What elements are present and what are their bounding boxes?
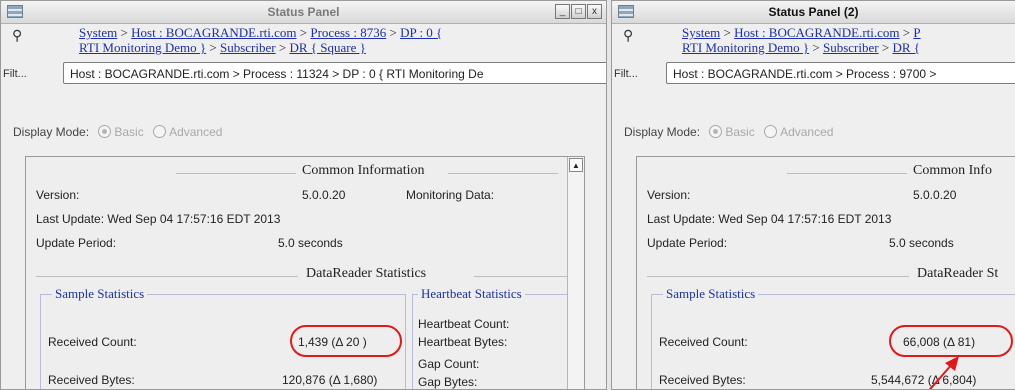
last-update: Last Update: Wed Sep 04 17:57:16 EDT 201…: [647, 212, 892, 226]
window-title: Status Panel: [267, 5, 340, 19]
crumb-host[interactable]: Host : BOCAGRANDE.rti.com: [131, 25, 296, 40]
filter-field[interactable]: Host : BOCAGRANDE.rti.com > Process : 97…: [666, 62, 1015, 84]
received-count-label: Received Count:: [659, 335, 748, 349]
update-period-value: 5.0 seconds: [278, 236, 343, 250]
crumb-subscriber[interactable]: Subscriber: [823, 40, 879, 55]
crumb-subscriber[interactable]: Subscriber: [220, 40, 276, 55]
crumb-system[interactable]: System: [79, 25, 117, 40]
status-content: Common Info Version: 5.0.0.20 Last Updat…: [636, 156, 1015, 389]
title-bar[interactable]: Status Panel _ □ x: [1, 1, 606, 24]
datareader-stats-title: DataReader St: [917, 266, 999, 281]
version-value: 5.0.0.20: [913, 188, 957, 202]
basic-radio[interactable]: [98, 125, 112, 138]
display-mode-label: Display Mode:: [13, 125, 90, 139]
received-count-label: Received Count:: [48, 335, 137, 349]
breadcrumb: System > Host : BOCAGRANDE.rti.com > Pro…: [79, 25, 443, 55]
sample-stats-title: Sample Statistics: [663, 286, 759, 302]
last-update: Last Update: Wed Sep 04 17:57:16 EDT 201…: [36, 212, 281, 226]
scroll-up-button[interactable]: ▲: [569, 158, 583, 172]
crumb-host[interactable]: Host : BOCAGRANDE.rti.com: [734, 25, 899, 40]
crumb-dp-name[interactable]: RTI Monitoring Demo }: [79, 40, 206, 55]
pin-icon[interactable]: ⚲: [12, 27, 22, 44]
gap-bytes-label: Gap Bytes:: [418, 375, 478, 389]
heartbeat-stats-title: Heartbeat Statistics: [418, 286, 525, 302]
crumb-dr[interactable]: DR { Square }: [289, 40, 365, 55]
filter-field[interactable]: Host : BOCAGRANDE.rti.com > Process : 11…: [63, 62, 606, 84]
maximize-button[interactable]: □: [571, 4, 586, 19]
sample-stats-title: Sample Statistics: [52, 286, 148, 302]
update-period-label: Update Period:: [647, 236, 728, 250]
gap-count-label: Gap Count:: [418, 357, 480, 371]
display-mode: Display Mode: Basic Advanced: [624, 125, 834, 139]
display-mode-label: Display Mode:: [624, 125, 701, 139]
status-panel-2: Status Panel (2) ⚲ System > Host : BOCAG…: [611, 0, 1015, 390]
crumb-dp-name[interactable]: RTI Monitoring Demo }: [682, 40, 809, 55]
crumb-system[interactable]: System: [682, 25, 720, 40]
received-bytes-label: Received Bytes:: [659, 373, 746, 387]
advanced-radio[interactable]: [764, 125, 778, 138]
crumb-dp[interactable]: DP : 0 {: [400, 25, 442, 40]
version-label: Version:: [36, 188, 80, 202]
monitoring-data-label: Monitoring Data:: [406, 188, 495, 202]
update-period-value: 5.0 seconds: [889, 236, 954, 250]
heartbeat-count-label: Heartbeat Count:: [418, 317, 510, 331]
vertical-scrollbar[interactable]: ▲: [567, 157, 584, 389]
heartbeat-bytes-label: Heartbeat Bytes:: [418, 335, 508, 349]
update-period-label: Update Period:: [36, 236, 117, 250]
received-bytes-label: Received Bytes:: [48, 373, 135, 387]
version-label: Version:: [647, 188, 691, 202]
crumb-dr[interactable]: DR {: [892, 40, 920, 55]
filter-label: Filt...: [614, 68, 638, 80]
red-arrow-annotation: [928, 356, 959, 389]
version-value: 5.0.0.20: [302, 188, 346, 202]
basic-radio[interactable]: [709, 125, 723, 138]
window-title: Status Panel (2): [768, 5, 859, 19]
common-info-title: Common Information: [302, 163, 425, 178]
minimize-button[interactable]: _: [555, 4, 570, 19]
status-panel-1: Status Panel _ □ x ⚲ System > Host : BOC…: [0, 0, 607, 390]
common-info-title: Common Info: [913, 163, 992, 178]
crumb-process[interactable]: Process : 8736: [310, 25, 386, 40]
datareader-stats-title: DataReader Statistics: [306, 266, 427, 281]
close-button[interactable]: x: [587, 4, 602, 19]
breadcrumb: System > Host : BOCAGRANDE.rti.com > P R…: [682, 25, 921, 55]
title-bar[interactable]: Status Panel (2): [612, 1, 1015, 24]
filter-label: Filt...: [3, 68, 27, 80]
advanced-radio[interactable]: [153, 125, 167, 138]
highlight-circle: [290, 325, 402, 357]
display-mode: Display Mode: Basic Advanced: [13, 125, 223, 139]
status-content: Common Information Version: 5.0.0.20 Mon…: [25, 156, 585, 389]
pin-icon[interactable]: ⚲: [623, 27, 633, 44]
received-bytes-value: 120,876 (Δ 1,680): [282, 373, 378, 387]
crumb-process[interactable]: P: [913, 25, 920, 40]
